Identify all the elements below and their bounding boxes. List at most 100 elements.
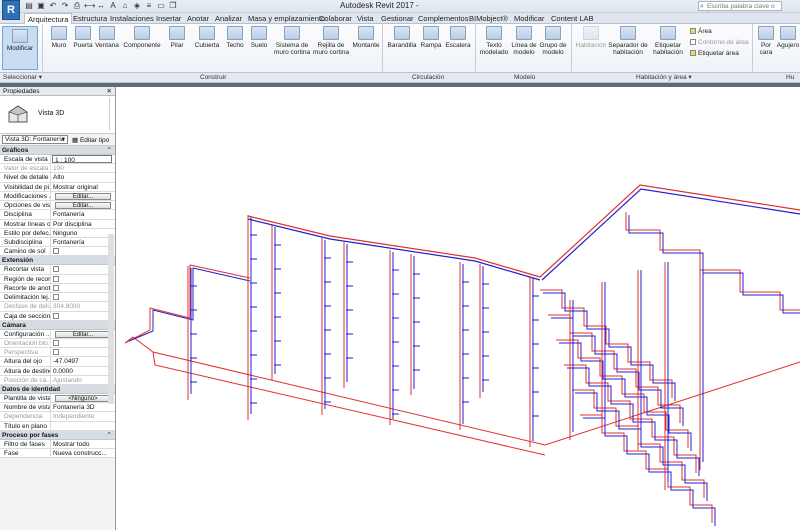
plumbing-3d-model[interactable] <box>117 87 800 530</box>
stair-button[interactable]: Escalera <box>444 26 472 49</box>
edit-type-button[interactable]: ▦ Editar tipo <box>72 136 109 144</box>
tab-modificar[interactable]: Modificar <box>514 13 544 24</box>
main-red-pipe[interactable] <box>247 215 541 278</box>
tab-gestionar[interactable]: Gestionar <box>381 13 414 24</box>
property-value[interactable]: Fontanería <box>51 238 115 246</box>
checkbox[interactable] <box>53 312 59 319</box>
property-value[interactable]: Independiente <box>51 412 115 420</box>
3d-viewport[interactable] <box>117 87 800 530</box>
component-button[interactable]: Componente <box>122 26 162 49</box>
property-value[interactable]: -47.0497 <box>51 357 115 365</box>
stepped-blue-branch[interactable] <box>567 367 700 476</box>
collapse-icon[interactable]: ⌃ <box>107 431 112 440</box>
area-button[interactable]: Área <box>690 28 712 35</box>
checkbox[interactable] <box>53 248 59 255</box>
revit-logo[interactable]: R <box>2 0 20 20</box>
model-group-button[interactable]: Grupo de modelo <box>538 26 568 56</box>
type-selector[interactable]: Vista 3D <box>0 96 115 134</box>
area-boundary-button[interactable]: Contorno de área <box>690 39 749 46</box>
room-button[interactable]: Habitación <box>574 26 608 49</box>
floor-button[interactable]: Suelo <box>248 26 270 49</box>
property-checkbox[interactable] <box>51 339 115 347</box>
property-value[interactable]: 0.0000 <box>51 367 115 375</box>
railing-button[interactable]: Barandilla <box>386 26 418 49</box>
tab-instalaciones[interactable]: Instalaciones <box>110 13 154 24</box>
room-separator-button[interactable]: Separador de habitación <box>608 26 648 56</box>
ramp-button[interactable]: Rampa <box>420 26 442 49</box>
panel-room-label[interactable]: Habitación y área ▾ <box>636 73 692 83</box>
checkbox[interactable] <box>53 284 59 291</box>
property-value[interactable]: 100 <box>51 164 115 172</box>
upper-blue-pipe[interactable] <box>541 188 800 281</box>
window-button[interactable]: Ventana <box>94 26 120 49</box>
door-button[interactable]: Puerta <box>72 26 94 49</box>
stepped-red-branch[interactable] <box>540 289 673 398</box>
property-value[interactable]: Ajustando <box>51 376 115 384</box>
shaft-button[interactable]: Agujero <box>776 26 800 49</box>
instance-dropdown[interactable]: Vista 3D: Fontanería ▾ <box>2 135 68 144</box>
property-value[interactable]: Mostrar todo <box>51 440 115 448</box>
property-checkbox[interactable] <box>51 348 115 356</box>
column-button[interactable]: Pilar <box>166 26 188 49</box>
roof-button[interactable]: Cubierta <box>192 26 222 49</box>
property-checkbox[interactable] <box>51 312 115 320</box>
edit-button[interactable]: <Ninguno> <box>55 395 111 403</box>
property-value[interactable]: Mostrar original <box>51 183 115 191</box>
edit-button[interactable]: Editar... <box>55 202 111 210</box>
stepped-blue-branch[interactable] <box>583 417 716 526</box>
model-text-button[interactable]: Texto modelado <box>478 26 510 56</box>
property-value[interactable]: 304.8000 <box>51 302 115 310</box>
tab-analizar[interactable]: Analizar <box>215 13 242 24</box>
stepped-red-branch[interactable] <box>548 314 681 423</box>
save-icon[interactable]: ▣ <box>36 1 46 11</box>
collapse-icon[interactable]: ⌃ <box>107 146 112 155</box>
properties-scrollbar[interactable] <box>108 234 114 404</box>
property-group-header[interactable]: Extensión⌃ <box>0 256 115 266</box>
property-value[interactable] <box>51 422 115 430</box>
tab-colaborar[interactable]: Colaborar <box>319 13 352 24</box>
thin-lines-icon[interactable]: ≡ <box>144 1 154 11</box>
tab-masa[interactable]: Masa y emplazamiento <box>248 13 325 24</box>
property-checkbox[interactable] <box>51 293 115 301</box>
by-face-button[interactable]: Por cara <box>756 26 776 56</box>
checkbox[interactable] <box>53 266 59 273</box>
property-value[interactable]: Alto <box>51 173 115 181</box>
close-icon[interactable]: ✕ <box>107 87 112 96</box>
property-group-header[interactable]: Gráficos ⌃ <box>0 146 115 155</box>
edit-button[interactable]: Editar... <box>55 330 111 338</box>
wall-button[interactable]: Muro <box>46 26 72 49</box>
model-line-button[interactable]: Línea de modelo <box>510 26 538 56</box>
curtain-system-button[interactable]: Sistema de muro cortina <box>272 26 312 56</box>
tab-estructura[interactable]: Estructura <box>73 13 107 24</box>
stepped-blue-branch[interactable] <box>559 342 692 451</box>
tab-bimobject[interactable]: BIMobject® <box>469 13 508 24</box>
main-blue-pipe[interactable] <box>247 218 541 281</box>
property-group-header[interactable]: Datos de identidad⌃ <box>0 385 115 395</box>
tab-arquitectura[interactable]: Arquitectura <box>24 13 73 24</box>
redo-icon[interactable]: ↷ <box>60 1 70 11</box>
stepped-blue-branch[interactable] <box>551 317 684 426</box>
open-icon[interactable]: ▤ <box>24 1 34 11</box>
3d-view-icon[interactable]: ⌂ <box>120 1 130 11</box>
checkbox[interactable] <box>53 294 59 301</box>
stepped-red-branch[interactable] <box>564 364 697 473</box>
property-edit-button[interactable]: Editar... <box>51 201 115 210</box>
stepped-blue-branch[interactable] <box>543 292 676 401</box>
tab-vista[interactable]: Vista <box>357 13 374 24</box>
property-checkbox[interactable] <box>51 247 115 255</box>
floor-pipe-line[interactable] <box>152 351 546 456</box>
curtain-grid-button[interactable]: Rejilla de muro cortina <box>312 26 350 56</box>
property-input[interactable]: 1 : 100 <box>52 155 112 164</box>
tab-complementos[interactable]: Complementos <box>418 13 468 24</box>
tag-room-button[interactable]: Etiquetar habitación <box>650 26 686 56</box>
type-selector-scrollbar[interactable] <box>109 98 114 130</box>
undo-icon[interactable]: ↶ <box>48 1 58 11</box>
search-input[interactable]: ⌕Escriba palabra clave o frase <box>698 1 782 19</box>
stepped-red-branch[interactable] <box>580 414 713 523</box>
edit-button[interactable]: Editar... <box>55 192 111 200</box>
text-icon[interactable]: A <box>108 1 118 11</box>
property-value[interactable]: Fontanería 3D <box>51 403 115 411</box>
property-edit-button[interactable]: Editar... <box>51 192 115 200</box>
property-checkbox[interactable] <box>51 284 115 292</box>
property-group-header[interactable]: Cámara⌃ <box>0 320 115 330</box>
